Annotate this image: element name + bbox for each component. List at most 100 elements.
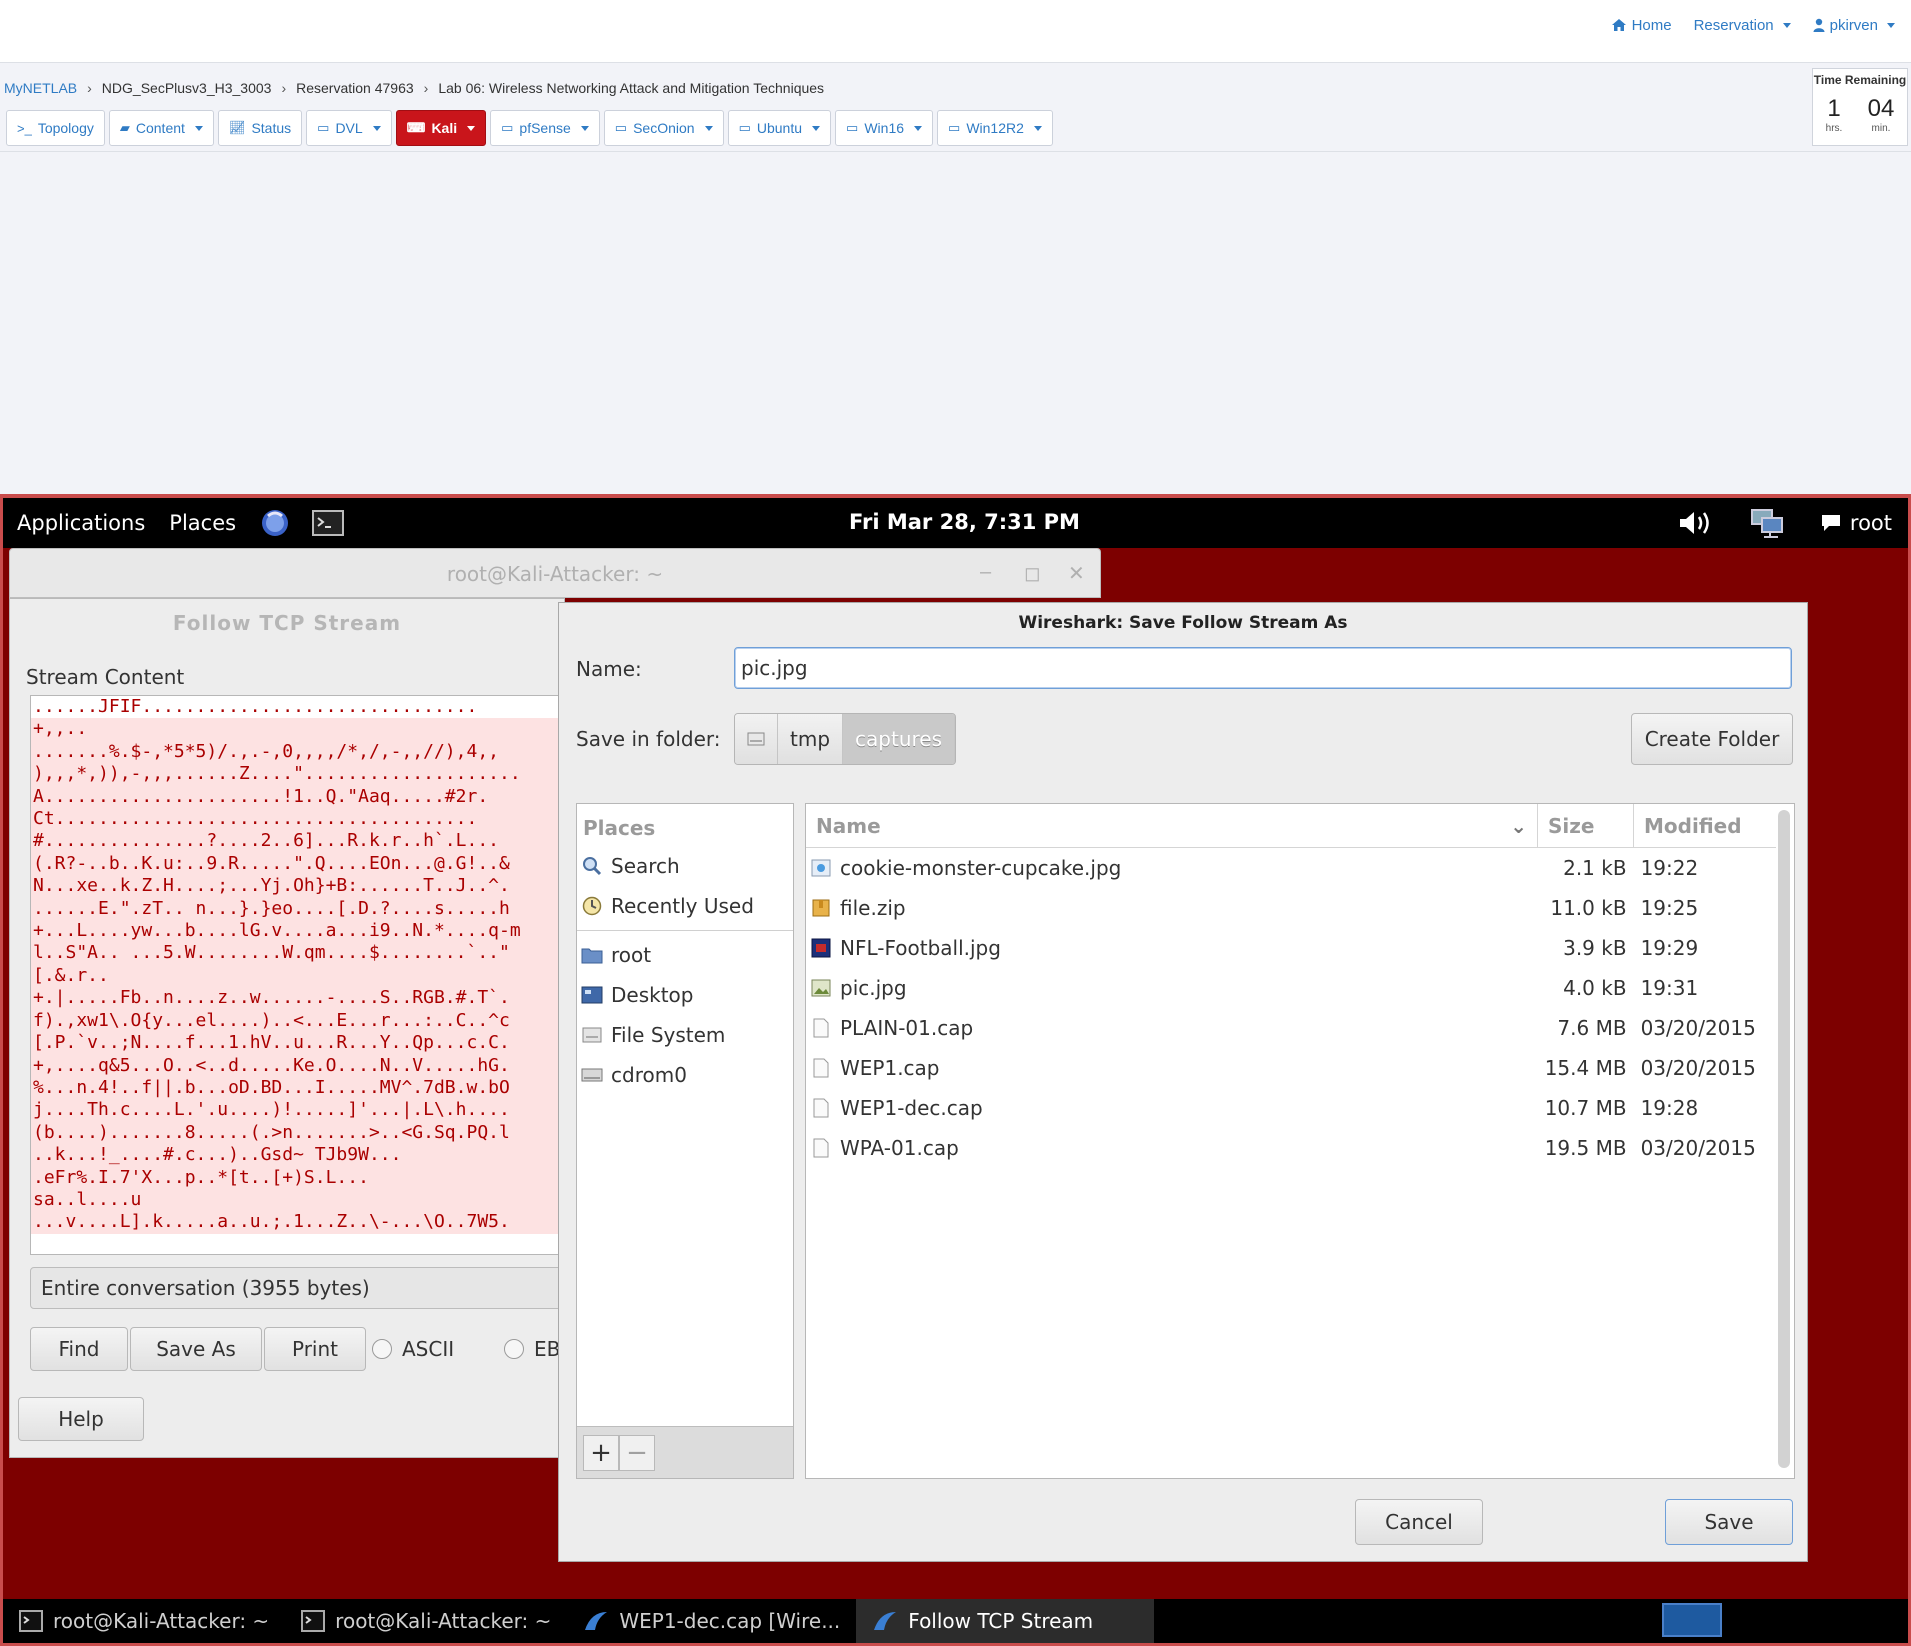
user-menu[interactable]: pkirven <box>1813 17 1895 34</box>
create-folder-button[interactable]: Create Folder <box>1631 713 1793 765</box>
taskbar-label: WEP1-dec.cap [Wire... <box>619 1609 841 1633</box>
place-search[interactable]: Search <box>577 846 793 886</box>
file-row[interactable]: WEP1-dec.cap 10.7 MB 19:28 <box>806 1088 1776 1128</box>
conversation-select[interactable]: Entire conversation (3955 bytes) <box>30 1267 570 1309</box>
stream-line: A......................!1..Q."Aaq.....#2… <box>31 785 569 809</box>
breadcrumb-separator: › <box>423 80 429 96</box>
terminal-icon[interactable] <box>312 510 345 536</box>
stream-line: .......%.$-,*5*5)/.,.-,0,,,,/*,/,-,,//),… <box>31 740 569 764</box>
file-name-cell: file.zip <box>806 896 1539 920</box>
breadcrumb-reservation[interactable]: Reservation 47963 <box>296 80 414 96</box>
file-size: 15.4 MB <box>1544 1056 1627 1080</box>
taskbar-item-follow-tcp-stream[interactable]: Follow TCP Stream <box>856 1599 1155 1643</box>
find-button[interactable]: Find <box>30 1327 128 1371</box>
browser-icon[interactable] <box>260 508 290 538</box>
file-modified: 19:28 <box>1640 1096 1699 1120</box>
file-name-cell: cookie-monster-cupcake.jpg <box>806 856 1539 880</box>
taskbar-item-terminal-1[interactable]: root@Kali-Attacker: ~ <box>3 1599 285 1643</box>
taskbar-item-terminal-2[interactable]: root@Kali-Attacker: ~ <box>285 1599 567 1643</box>
document-icon <box>810 1137 832 1159</box>
ubuntu-button[interactable]: ▭ Ubuntu <box>727 110 832 146</box>
reservation-menu[interactable]: Reservation <box>1694 17 1791 34</box>
column-modified[interactable]: Modified <box>1634 804 1776 847</box>
filename-input[interactable]: pic.jpg <box>734 647 1792 689</box>
places-sidebar: Places Search Recently Used root Desktop… <box>576 803 794 1479</box>
file-name-cell: PLAIN-01.cap <box>806 1016 1539 1040</box>
save-follow-stream-dialog[interactable]: Wireshark: Save Follow Stream As Name: p… <box>558 602 1808 1562</box>
places-menu[interactable]: Places <box>169 511 236 535</box>
follow-tcp-stream-window[interactable]: Follow TCP Stream Stream Content ......J… <box>9 598 609 1458</box>
terminal-icon <box>301 1610 326 1632</box>
file-list[interactable]: Name ⌄ Size Modified cookie-monster-cupc… <box>805 803 1795 1479</box>
home-link[interactable]: Home <box>1611 17 1672 34</box>
place-file-system[interactable]: File System <box>577 1015 793 1055</box>
file-row[interactable]: PLAIN-01.cap 7.6 MB 03/20/2015 <box>806 1008 1776 1048</box>
status-button[interactable]: 📈︎ Status <box>217 110 303 146</box>
content-button[interactable]: ▰ Content <box>108 110 214 146</box>
radio-dot <box>504 1339 524 1359</box>
file-name: file.zip <box>840 896 906 920</box>
file-name: WEP1-dec.cap <box>840 1096 983 1120</box>
dvl-label: DVL <box>335 120 363 136</box>
chart-icon: 📈︎ <box>228 120 246 135</box>
place-root[interactable]: root <box>577 935 793 975</box>
win16-button[interactable]: ▭ Win16 <box>835 110 934 146</box>
chevron-down-icon <box>704 125 713 131</box>
clock[interactable]: Fri Mar 28, 7:31 PM <box>849 510 1080 534</box>
close-icon[interactable]: ✕ <box>1068 561 1085 586</box>
network-icon[interactable] <box>1750 508 1784 538</box>
file-row[interactable]: file.zip 11.0 kB 19:25 <box>806 888 1776 928</box>
print-button[interactable]: Print <box>264 1327 366 1371</box>
win16-label: Win16 <box>864 120 905 136</box>
save-as-button[interactable]: Save As <box>130 1327 262 1371</box>
column-size[interactable]: Size <box>1538 804 1634 847</box>
breadcrumb-course[interactable]: NDG_SecPlusv3_H3_3003 <box>102 80 272 96</box>
system-tray: root <box>1678 508 1892 538</box>
user-menu-kali[interactable]: root <box>1820 511 1892 535</box>
hours-unit: hrs. <box>1825 123 1843 134</box>
pfsense-button[interactable]: ▭ pfSense <box>490 110 600 146</box>
help-button[interactable]: Help <box>18 1397 144 1441</box>
ascii-radio[interactable]: ASCII <box>372 1337 454 1361</box>
stream-content[interactable]: ......JFIF..............................… <box>30 695 570 1255</box>
minimize-icon[interactable]: – <box>980 561 991 584</box>
user-icon <box>1813 18 1825 32</box>
save-button[interactable]: Save <box>1665 1499 1793 1545</box>
file-name-cell: WEP1.cap <box>806 1056 1539 1080</box>
time-remaining: Time Remaining 1 hrs. 04 min. <box>1812 68 1908 146</box>
user-label: pkirven <box>1829 16 1878 34</box>
seconion-button[interactable]: ▭ SecOnion <box>603 110 724 146</box>
file-list-scrollbar[interactable] <box>1778 810 1790 1468</box>
place-recently-used[interactable]: Recently Used <box>577 886 793 926</box>
place-cdrom0[interactable]: cdrom0 <box>577 1055 793 1095</box>
breadcrumb-mynetlab[interactable]: MyNETLAB <box>4 80 77 96</box>
file-row[interactable]: cookie-monster-cupcake.jpg 2.1 kB 19:22 <box>806 848 1776 888</box>
applications-menu[interactable]: Applications <box>17 511 145 535</box>
volume-icon[interactable] <box>1678 509 1714 537</box>
chevron-down-icon <box>372 125 381 131</box>
column-name[interactable]: Name ⌄ <box>806 804 1538 847</box>
file-row[interactable]: WEP1.cap 15.4 MB 03/20/2015 <box>806 1048 1776 1088</box>
path-root-button[interactable] <box>735 714 778 764</box>
add-bookmark-button[interactable]: + <box>583 1434 619 1471</box>
file-row[interactable]: WPA-01.cap 19.5 MB 03/20/2015 <box>806 1128 1776 1168</box>
file-row[interactable]: NFL-Football.jpg 3.9 kB 19:29 <box>806 928 1776 968</box>
path-tmp-button[interactable]: tmp <box>778 714 844 764</box>
remote-desktop[interactable]: Applications Places Fri Mar 28, 7:31 PM … <box>0 494 1911 1646</box>
file-row[interactable]: pic.jpg 4.0 kB 19:31 <box>806 968 1776 1008</box>
kali-button[interactable]: ⌨ Kali <box>395 110 487 146</box>
terminal-window[interactable]: root@Kali-Attacker: ~ – ◻ ✕ <box>9 548 1101 598</box>
topology-button[interactable]: >_ Topology <box>6 110 105 146</box>
path-captures-button[interactable]: captures <box>843 714 956 764</box>
taskbar-item-wireshark[interactable]: WEP1-dec.cap [Wire... <box>567 1599 856 1643</box>
minutes-value: 04 <box>1867 95 1895 122</box>
file-name-cell: pic.jpg <box>806 976 1539 1000</box>
file-name-cell: NFL-Football.jpg <box>806 936 1539 960</box>
win12r2-button[interactable]: ▭ Win12R2 <box>937 110 1053 146</box>
remove-bookmark-button[interactable]: − <box>619 1434 655 1471</box>
maximize-icon[interactable]: ◻ <box>1024 561 1041 586</box>
dvl-button[interactable]: ▭ DVL <box>306 110 392 146</box>
cancel-button[interactable]: Cancel <box>1355 1499 1483 1545</box>
place-desktop[interactable]: Desktop <box>577 975 793 1015</box>
workspace-switcher[interactable] <box>1662 1603 1722 1637</box>
